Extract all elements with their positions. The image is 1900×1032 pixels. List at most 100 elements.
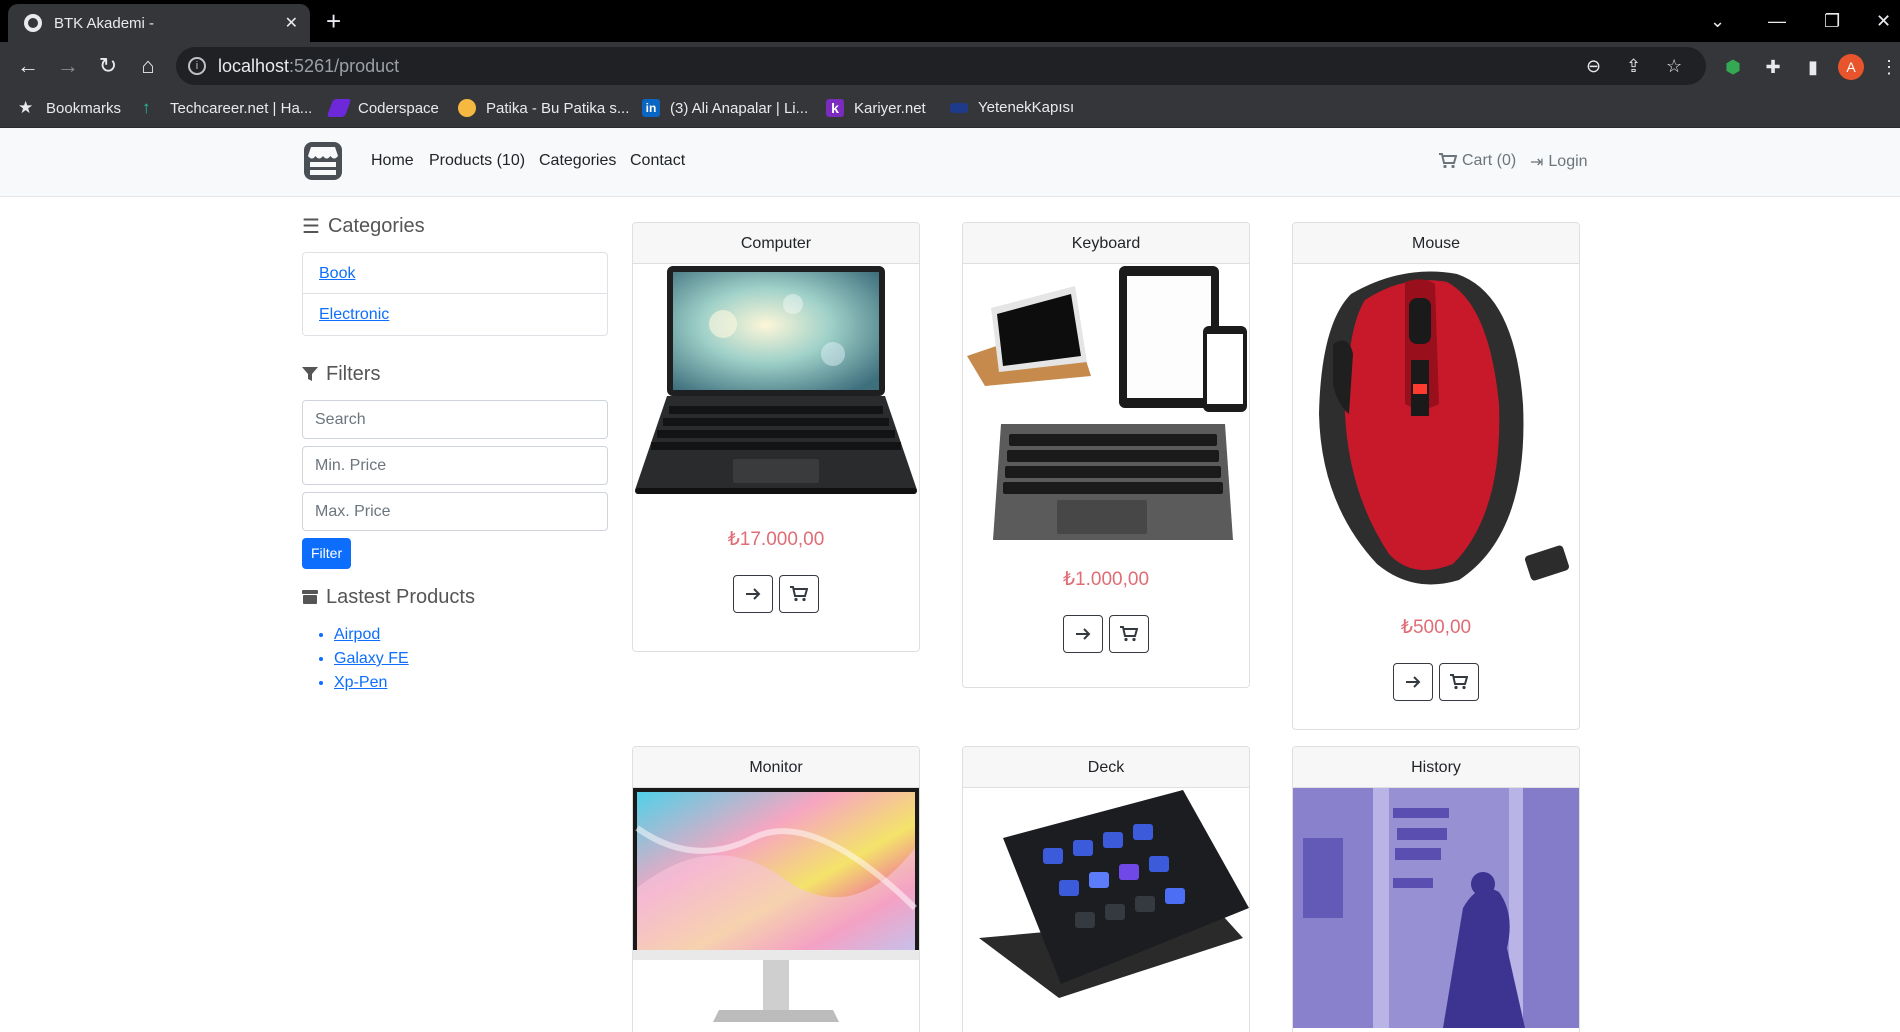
cart-icon bbox=[790, 586, 808, 602]
bookmarks-bar: ★ Bookmarks ↑ Techcareer.net | Ha... Cod… bbox=[0, 90, 1900, 128]
bookmark-label: (3) Ali Anapalar | Li... bbox=[670, 99, 809, 117]
product-title: History bbox=[1293, 747, 1579, 788]
product-title: Deck bbox=[963, 747, 1249, 788]
browser-tab[interactable]: BTK Akademi - ✕ bbox=[8, 4, 310, 42]
funnel-icon bbox=[302, 367, 318, 381]
tab-title: BTK Akademi - bbox=[54, 14, 155, 32]
product-card: Computer ₺17.000,00 bbox=[632, 222, 920, 652]
arrow-right-icon bbox=[746, 588, 761, 600]
login-link[interactable]: ⇥ Login bbox=[1530, 152, 1588, 172]
nav-categories[interactable]: Categories bbox=[539, 152, 616, 170]
coderspace-icon bbox=[326, 99, 352, 117]
product-card: Monitor bbox=[632, 746, 920, 1032]
nav-contact[interactable]: Contact bbox=[630, 152, 685, 170]
kariyer-icon: k bbox=[826, 99, 844, 117]
category-list: Book Electronic bbox=[302, 252, 608, 336]
side-panel-icon[interactable]: ▮ bbox=[1802, 56, 1824, 78]
bookmark-item[interactable]: Patika - Bu Patika s... bbox=[458, 99, 629, 117]
techcareer-icon: ↑ bbox=[142, 98, 151, 117]
category-item-book[interactable]: Book bbox=[303, 253, 607, 294]
cart-icon bbox=[1439, 153, 1457, 169]
laptop-image bbox=[633, 264, 919, 500]
extensions-puzzle-icon[interactable]: ✚ bbox=[1762, 56, 1784, 78]
arrow-right-icon bbox=[1406, 676, 1421, 688]
arrow-right-icon bbox=[1076, 628, 1091, 640]
nav-products[interactable]: Products (10) bbox=[429, 152, 525, 170]
forward-icon[interactable]: → bbox=[54, 52, 82, 80]
product-title: Computer bbox=[633, 223, 919, 264]
close-window-icon[interactable]: ✕ bbox=[1876, 6, 1891, 36]
filter-button[interactable]: Filter bbox=[302, 538, 352, 569]
monitor-image bbox=[633, 788, 919, 1028]
product-title: Mouse bbox=[1293, 223, 1579, 264]
product-price: ₺1.000,00 bbox=[1062, 569, 1150, 590]
product-card: Mouse ₺500,00 bbox=[1292, 222, 1580, 730]
bookmark-item[interactable]: Coderspace bbox=[326, 99, 439, 117]
search-input[interactable]: Search bbox=[302, 400, 608, 439]
star-icon: ★ bbox=[18, 98, 34, 117]
browser-tab-bar: BTK Akademi - ✕ + ⌄ — ❐ ✕ bbox=[0, 0, 1900, 42]
product-card: Deck bbox=[962, 746, 1250, 1032]
bookmark-item[interactable]: k Kariyer.net bbox=[826, 99, 926, 117]
filters-heading: Filters bbox=[302, 360, 608, 388]
add-to-cart-button[interactable] bbox=[779, 575, 819, 613]
bookmark-label: Coderspace bbox=[358, 99, 439, 117]
address-bar[interactable]: i localhost:5261/product ⊖ ⇪ ☆ bbox=[176, 47, 1706, 85]
product-title: Keyboard bbox=[963, 223, 1249, 264]
latest-heading: Lastest Products bbox=[302, 583, 608, 611]
minimize-icon[interactable]: — bbox=[1768, 6, 1786, 36]
globe-icon bbox=[24, 14, 42, 32]
add-to-cart-button[interactable] bbox=[1439, 663, 1479, 701]
bookmark-star-icon[interactable]: ☆ bbox=[1666, 47, 1682, 85]
latest-product-link[interactable]: Airpod bbox=[334, 623, 608, 647]
new-tab-icon[interactable]: + bbox=[326, 6, 341, 36]
page-content: Home Products (10) Categories Contact Ca… bbox=[0, 128, 1900, 1032]
site-info-icon[interactable]: i bbox=[188, 57, 206, 75]
nav-home[interactable]: Home bbox=[371, 152, 414, 170]
linkedin-icon: in bbox=[642, 99, 660, 117]
restore-icon[interactable]: ❐ bbox=[1824, 6, 1840, 36]
categories-heading: ☰ Categories bbox=[302, 212, 608, 240]
close-tab-icon[interactable]: ✕ bbox=[285, 13, 298, 33]
back-icon[interactable]: ← bbox=[14, 52, 42, 80]
bookmark-item[interactable]: ↑ Techcareer.net | Ha... bbox=[142, 99, 312, 117]
filters-title: Filters bbox=[326, 362, 381, 385]
url-host: localhost bbox=[218, 56, 290, 76]
browser-toolbar: ← → ↻ ⌂ i localhost:5261/product ⊖ ⇪ ☆ ⬢… bbox=[0, 42, 1900, 90]
bookmark-label: Kariyer.net bbox=[854, 99, 926, 117]
history-image bbox=[1293, 788, 1579, 1028]
latest-product-link[interactable]: Xp-Pen bbox=[334, 671, 608, 695]
stream-deck-image bbox=[963, 788, 1249, 1028]
bars-icon: ☰ bbox=[302, 215, 320, 238]
product-card: History bbox=[1292, 746, 1580, 1032]
home-icon[interactable]: ⌂ bbox=[134, 52, 162, 80]
view-details-button[interactable] bbox=[1063, 615, 1103, 653]
red-mouse-image bbox=[1293, 264, 1579, 590]
bookmark-item[interactable]: ★ Bookmarks bbox=[18, 99, 121, 117]
category-item-electronic[interactable]: Electronic bbox=[303, 294, 607, 335]
share-icon[interactable]: ⇪ bbox=[1626, 47, 1641, 85]
store-logo-icon[interactable] bbox=[302, 140, 344, 182]
sidebar: ☰ Categories Book Electronic Filters Sea… bbox=[302, 212, 608, 695]
box-icon bbox=[302, 590, 318, 604]
max-price-input[interactable]: Max. Price bbox=[302, 492, 608, 531]
profile-avatar[interactable]: A bbox=[1838, 54, 1864, 80]
shield-extension-icon[interactable]: ⬢ bbox=[1722, 56, 1744, 78]
menu-kebab-icon[interactable]: ⋮ bbox=[1878, 56, 1900, 78]
tab-search-icon[interactable]: ⌄ bbox=[1710, 6, 1725, 36]
site-navbar: Home Products (10) Categories Contact Ca… bbox=[0, 128, 1900, 197]
bookmark-label: Patika - Bu Patika s... bbox=[486, 99, 630, 117]
view-details-button[interactable] bbox=[733, 575, 773, 613]
view-details-button[interactable] bbox=[1393, 663, 1433, 701]
cart-link[interactable]: Cart (0) bbox=[1439, 152, 1516, 170]
latest-product-link[interactable]: Galaxy FE bbox=[334, 647, 608, 671]
bookmark-label: YetenekKapısı bbox=[978, 99, 1075, 116]
cart-label: Cart (0) bbox=[1462, 152, 1517, 169]
bookmark-item[interactable]: in (3) Ali Anapalar | Li... bbox=[642, 99, 808, 117]
zoom-icon[interactable]: ⊖ bbox=[1586, 47, 1601, 85]
reload-icon[interactable]: ↻ bbox=[94, 52, 122, 80]
add-to-cart-button[interactable] bbox=[1109, 615, 1149, 653]
min-price-input[interactable]: Min. Price bbox=[302, 446, 608, 485]
bookmark-item[interactable]: YetenekKapısı bbox=[950, 99, 1074, 116]
login-label: Login bbox=[1548, 153, 1588, 170]
